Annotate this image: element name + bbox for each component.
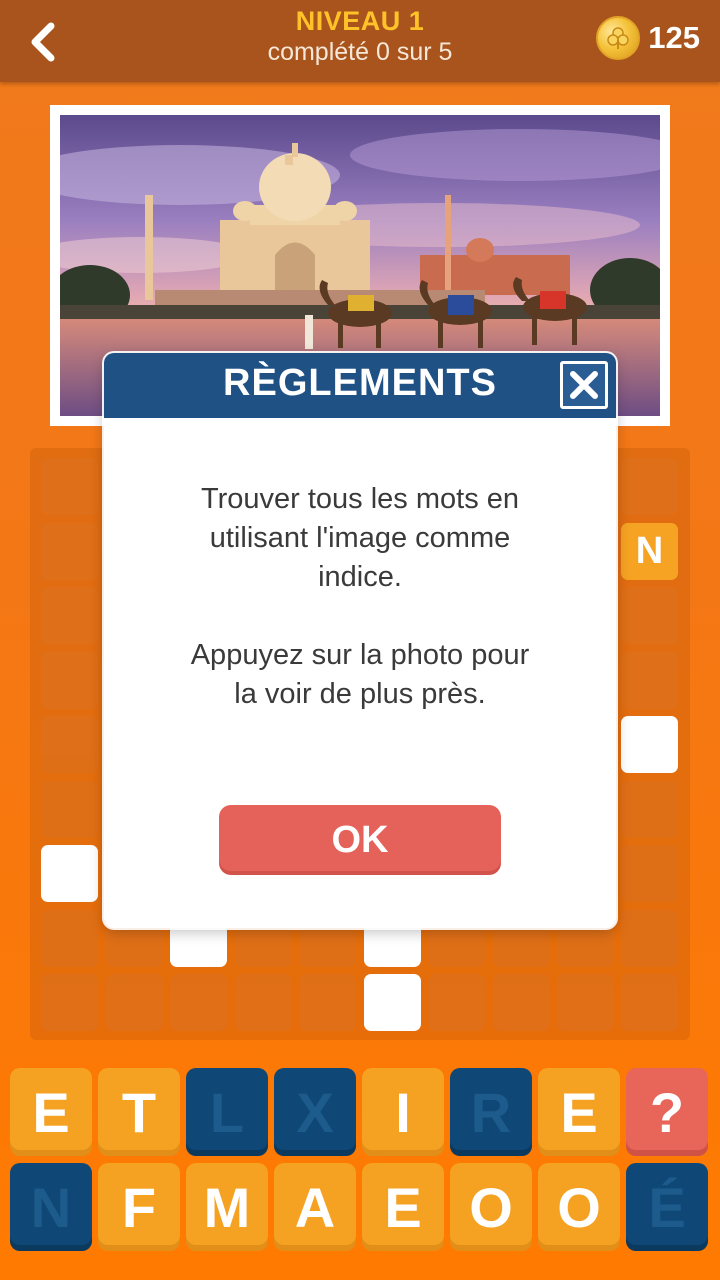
coin-icon <box>596 16 641 60</box>
letter-tile[interactable]: I <box>362 1068 444 1156</box>
letter-tile[interactable]: F <box>98 1163 180 1251</box>
grid-cell <box>41 652 98 709</box>
rules-line: la voir de plus près. <box>234 678 486 710</box>
grid-cell <box>557 974 614 1031</box>
letter-tile[interactable]: N <box>10 1163 92 1251</box>
ok-button[interactable]: OK <box>219 805 501 875</box>
rules-line: Appuyez sur la photo pour <box>190 639 530 671</box>
grid-cell <box>621 781 678 838</box>
letter-tile[interactable]: L <box>186 1068 268 1156</box>
grid-cell <box>41 716 98 773</box>
grid-cell <box>621 845 678 902</box>
letter-tile[interactable]: E <box>538 1068 620 1156</box>
grid-cell <box>41 910 98 967</box>
grid-cell <box>621 587 678 644</box>
grid-cell <box>170 974 227 1031</box>
letter-tile[interactable]: O <box>450 1163 532 1251</box>
grid-cell <box>299 974 356 1031</box>
letter-tile[interactable]: E <box>10 1068 92 1156</box>
letter-tile[interactable]: T <box>98 1068 180 1156</box>
coin-count: 125 <box>648 20 700 55</box>
grid-cell <box>621 974 678 1031</box>
rules-line: utilisant l'image comme <box>209 522 511 554</box>
rules-dialog: RÈGLEMENTS Trouver tous les mots en util… <box>104 353 616 928</box>
letter-tile[interactable]: M <box>186 1163 268 1251</box>
letter-tile[interactable]: E <box>362 1163 444 1251</box>
grid-cell <box>621 652 678 709</box>
close-icon <box>570 371 598 399</box>
grid-cell <box>41 523 98 580</box>
letter-tile[interactable]: A <box>274 1163 356 1251</box>
grid-cell <box>235 974 292 1031</box>
grid-cell <box>621 458 678 515</box>
grid-cell <box>41 587 98 644</box>
grid-cell <box>621 910 678 967</box>
grid-cell <box>41 781 98 838</box>
grid-cell <box>41 458 98 515</box>
dialog-header: RÈGLEMENTS <box>104 353 616 418</box>
letter-tile[interactable]: É <box>626 1163 708 1251</box>
coin-counter[interactable]: 125 <box>596 14 700 62</box>
letter-tile[interactable]: O <box>538 1163 620 1251</box>
hint-button[interactable]: ? <box>626 1068 708 1156</box>
grid-letter-cell: N <box>621 523 678 580</box>
top-bar: NIVEAU 1 complété 0 sur 5 125 <box>0 0 720 82</box>
grid-cell <box>41 974 98 1031</box>
grid-cell <box>106 974 163 1031</box>
grid-cell <box>41 845 98 902</box>
rules-line: indice. <box>318 561 402 593</box>
close-button[interactable] <box>560 361 608 409</box>
letter-tile[interactable]: R <box>450 1068 532 1156</box>
dialog-title: RÈGLEMENTS <box>223 362 497 404</box>
grid-cell <box>428 974 485 1031</box>
grid-cell <box>621 716 678 773</box>
rules-line: Trouver tous les mots en <box>200 483 520 515</box>
letter-tile[interactable]: X <box>274 1068 356 1156</box>
grid-cell <box>364 974 421 1031</box>
grid-cell <box>493 974 550 1031</box>
